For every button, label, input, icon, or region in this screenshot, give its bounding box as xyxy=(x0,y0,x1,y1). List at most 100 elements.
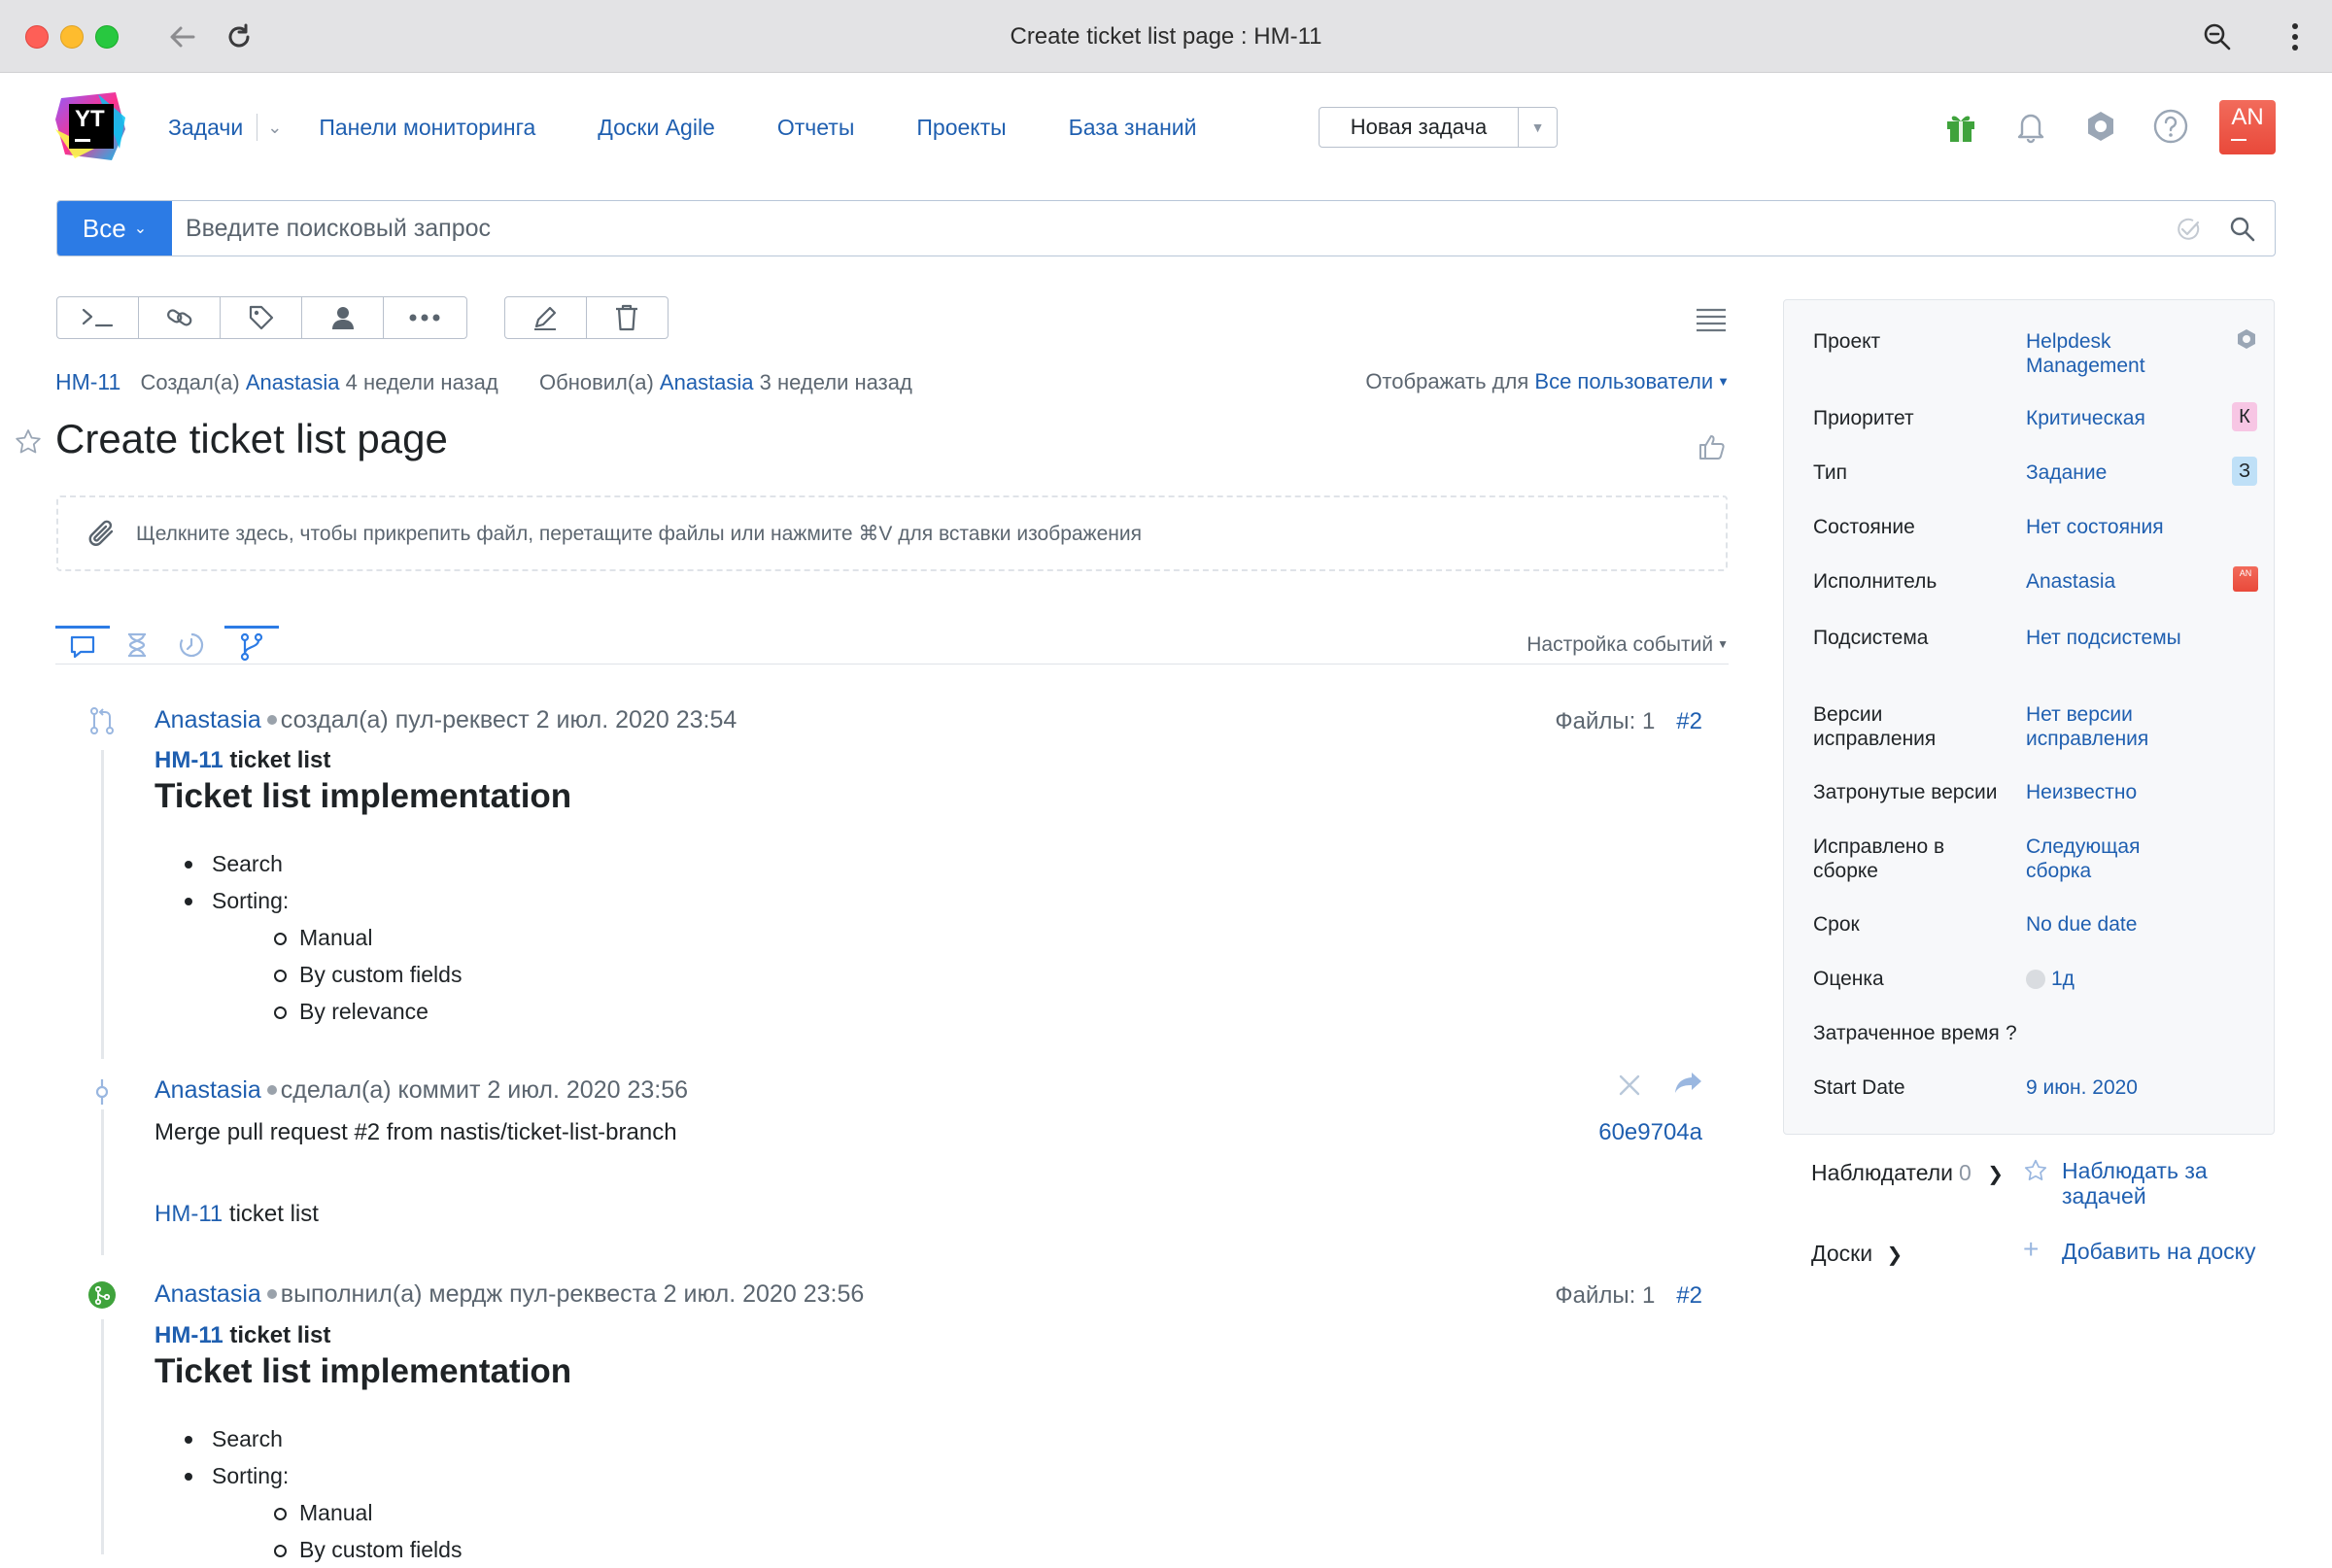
vote-thumbs-up-icon[interactable] xyxy=(1697,431,1728,462)
add-to-board-label[interactable]: Добавить на доску xyxy=(2062,1239,2256,1264)
field-label: Start Date xyxy=(1813,1076,1905,1099)
toggle-fields-panel-icon[interactable] xyxy=(1695,306,1728,333)
chevron-right-icon[interactable]: ❯ xyxy=(1987,1164,2004,1185)
issue-id[interactable]: HM-11 xyxy=(55,369,120,394)
watch-issue-button[interactable]: Наблюдать за задачей xyxy=(2023,1158,2256,1209)
issue-id-link[interactable]: HM-11 xyxy=(154,1201,223,1227)
activity-tabs: Настройка событий ▼ xyxy=(55,626,1729,665)
commit-issue-ref-text: ticket list xyxy=(228,1201,319,1227)
commit-hash-link[interactable]: 60e9704a xyxy=(1598,1119,1702,1146)
field-value[interactable]: Неизвестно xyxy=(2026,780,2191,804)
new-issue-button[interactable]: Новая задача ▼ xyxy=(1319,107,1558,148)
priority-badge: К xyxy=(2232,402,2257,431)
tag-icon[interactable] xyxy=(221,297,302,338)
field-value[interactable]: ? xyxy=(2006,1021,2171,1045)
entry-files: Файлы: 1 #2 xyxy=(1555,708,1702,735)
visibility-value[interactable]: Все пользователи xyxy=(1534,369,1713,393)
issue-fields-panel: Проект Helpdesk Management Приоритет Кри… xyxy=(1783,299,2275,1135)
notifications-bell-icon[interactable] xyxy=(2009,105,2052,148)
field-value[interactable]: Следующая сборка xyxy=(2026,835,2172,883)
commit-issue-ref: HM-11 ticket list xyxy=(154,1201,319,1228)
pull-request-title: HM-11 ticket list xyxy=(154,747,330,774)
timeline-line xyxy=(101,750,104,1059)
help-icon[interactable] xyxy=(2149,105,2192,148)
user-avatar[interactable]: AN xyxy=(2219,100,2276,154)
field-value[interactable]: 1д xyxy=(2051,968,2075,990)
visibility-selector[interactable]: Отображать для Все пользователи ▼ xyxy=(1365,369,1730,394)
nav-projects[interactable]: Проекты xyxy=(916,115,1006,141)
pull-request-list: Search Sorting: Manual By custom fields xyxy=(181,1420,462,1568)
tab-work-items[interactable] xyxy=(110,626,164,665)
search-context-button[interactable]: Все ⌄ xyxy=(57,201,172,256)
feed-entry-header: Anastasia создал(а) пул-реквест 2 июл. 20… xyxy=(154,706,737,734)
close-icon[interactable] xyxy=(1615,1071,1644,1100)
zoom-search-icon[interactable] xyxy=(2198,17,2237,56)
nav-issues[interactable]: Задачи xyxy=(168,115,243,141)
pull-request-link[interactable]: #2 xyxy=(1676,1282,1702,1309)
git-branch-icon xyxy=(240,632,263,661)
project-settings-icon[interactable] xyxy=(2235,327,2258,351)
estimation-progress-icon xyxy=(2026,970,2045,989)
author-link[interactable]: Anastasia xyxy=(154,1280,261,1308)
chevron-right-icon[interactable]: ❯ xyxy=(1886,1244,1903,1266)
share-arrow-icon[interactable] xyxy=(1673,1069,1704,1098)
more-menu-icon[interactable] xyxy=(2276,17,2315,56)
field-value[interactable]: 9 июн. 2020 xyxy=(2026,1075,2191,1100)
field-value[interactable]: No due date xyxy=(2026,912,2191,937)
field-value[interactable]: Нет подсистемы xyxy=(2026,626,2191,650)
field-value-wrap[interactable]: 1д xyxy=(2026,967,2191,991)
updated-by-link[interactable]: Anastasia xyxy=(660,370,754,394)
field-value[interactable]: Критическая xyxy=(2026,406,2191,430)
search-input[interactable] xyxy=(186,209,2129,248)
issue-summary: Create ticket list page xyxy=(55,416,448,461)
field-value[interactable]: Задание xyxy=(2026,460,2191,485)
edit-pencil-icon[interactable] xyxy=(505,297,587,338)
settings-gear-icon[interactable] xyxy=(2079,105,2122,148)
saved-search-check-icon[interactable] xyxy=(2172,213,2205,246)
caret-down-icon[interactable]: ▼ xyxy=(1717,637,1729,651)
created-by-link[interactable]: Anastasia xyxy=(246,370,340,394)
commit-icon xyxy=(87,1077,117,1107)
attachment-dropzone[interactable]: Щелкните здесь, чтобы прикрепить файл, п… xyxy=(56,495,1728,571)
events-settings-label[interactable]: Настройка событий xyxy=(1526,633,1713,656)
chevron-down-icon[interactable]: ⌄ xyxy=(267,118,282,138)
pull-request-link[interactable]: #2 xyxy=(1676,708,1702,734)
search-icon[interactable] xyxy=(2226,213,2259,246)
tab-comments[interactable] xyxy=(55,626,110,665)
nav-knowledge-base[interactable]: База знаний xyxy=(1069,115,1197,141)
nav-reports[interactable]: Отчеты xyxy=(777,115,855,141)
field-value[interactable]: Helpdesk Management xyxy=(2026,329,2191,378)
list-item: Search xyxy=(181,845,462,882)
issue-id-link[interactable]: HM-11 xyxy=(154,747,223,773)
delete-trash-icon[interactable] xyxy=(587,297,669,338)
updated-label: Обновил(а) xyxy=(538,370,654,394)
author-link[interactable]: Anastasia xyxy=(154,706,261,733)
new-issue-label[interactable]: Новая задача xyxy=(1320,115,1518,140)
assign-user-icon[interactable] xyxy=(302,297,384,338)
issue-id-link[interactable]: HM-11 xyxy=(154,1322,223,1348)
events-settings[interactable]: Настройка событий ▼ xyxy=(1526,633,1729,657)
field-value[interactable]: Нет версии исправления xyxy=(2026,702,2172,751)
nav-dashboards[interactable]: Панели мониторинга xyxy=(319,115,535,141)
tab-history[interactable] xyxy=(164,626,219,665)
star-icon[interactable] xyxy=(14,427,43,457)
more-actions-icon[interactable] xyxy=(384,297,465,338)
watch-issue-label[interactable]: Наблюдать за задачей xyxy=(2062,1158,2276,1209)
add-to-board-button[interactable]: + Добавить на доску xyxy=(2023,1236,2256,1265)
caret-down-icon[interactable]: ▼ xyxy=(1518,108,1557,147)
author-link[interactable]: Anastasia xyxy=(154,1076,261,1104)
tab-vcs-changes[interactable] xyxy=(224,626,279,665)
boards-section[interactable]: Доски ❯ xyxy=(1811,1241,1903,1268)
caret-down-icon[interactable]: ▼ xyxy=(1717,374,1730,389)
field-label: Затронутые версии xyxy=(1813,781,1998,803)
youtrack-logo[interactable]: YT xyxy=(55,90,127,162)
field-value[interactable]: Anastasia xyxy=(2026,569,2191,594)
status-dot xyxy=(266,715,277,725)
link-issue-icon[interactable] xyxy=(139,297,221,338)
command-icon[interactable] xyxy=(57,297,139,338)
entry-action: создал(а) пул-реквест 2 июл. 2020 23:54 xyxy=(280,706,737,733)
nav-agile-boards[interactable]: Доски Agile xyxy=(598,115,715,141)
watchers-section[interactable]: Наблюдатели 0 ❯ xyxy=(1811,1160,2004,1187)
field-value[interactable]: Нет состояния xyxy=(2026,515,2191,539)
gift-icon[interactable] xyxy=(1939,105,1982,148)
